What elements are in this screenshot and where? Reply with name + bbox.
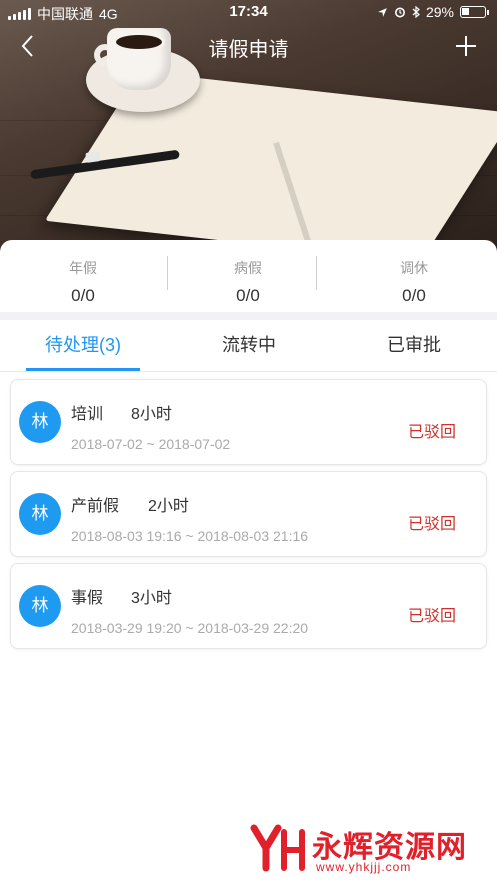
leave-hours: 8小时 (131, 406, 172, 423)
leave-date-range: 2018-08-03 19:16 ~ 2018-08-03 21:16 (71, 528, 309, 544)
stat-value: 0/0 (402, 286, 426, 305)
watermark: 永辉资源网 www.yhkjjj.com (248, 818, 478, 878)
plus-icon (456, 36, 476, 56)
bluetooth-icon (412, 6, 420, 18)
tab-in-progress[interactable]: 流转中 (166, 320, 332, 372)
tab-pending[interactable]: 待处理(3) (0, 320, 166, 372)
list-item[interactable]: 林 事假 3小时 2018-03-29 19:20 ~ 2018-03-29 2… (10, 563, 487, 649)
alarm-icon (394, 7, 405, 18)
list-item[interactable]: 林 产前假 2小时 2018-08-03 19:16 ~ 2018-08-03 … (10, 471, 487, 557)
status-badge: 已驳回 (407, 424, 456, 441)
watermark-url: www.yhkjjj.com (316, 860, 412, 874)
leave-type: 培训 (71, 406, 104, 423)
leave-type: 事假 (71, 590, 104, 607)
leave-type: 产前假 (71, 498, 120, 515)
avatar: 林 (19, 401, 61, 443)
list-item[interactable]: 林 培训 8小时 2018-07-02 ~ 2018-07-02 已驳回 (10, 379, 487, 465)
stat-value: 0/0 (236, 286, 260, 305)
status-badge: 已驳回 (407, 608, 456, 625)
avatar: 林 (19, 585, 61, 627)
stat-label: 年假 (69, 260, 97, 276)
header-background-image: 中国联通 4G 17:34 29% 请假申请 (0, 0, 497, 262)
battery-tip (487, 9, 489, 15)
status-right: 29% (377, 4, 489, 20)
pen-clip (85, 151, 101, 163)
battery-icon (460, 6, 486, 18)
watermark-logo-icon (250, 824, 305, 872)
leave-balance-card: 年假 0/0 病假 0/0 调休 0/0 (0, 240, 497, 312)
tab-bar: 待处理(3) 流转中 已审批 (0, 320, 497, 372)
stat-label: 调休 (400, 260, 428, 276)
status-bar: 中国联通 4G 17:34 29% (0, 0, 497, 26)
stat-time-off: 调休 0/0 (334, 240, 494, 312)
tab-approved[interactable]: 已审批 (331, 320, 497, 372)
stat-label: 病假 (234, 260, 262, 276)
add-request-button[interactable] (451, 30, 481, 62)
stat-sick-leave: 病假 0/0 (168, 240, 328, 312)
request-list: 林 培训 8小时 2018-07-02 ~ 2018-07-02 已驳回 林 产… (0, 372, 497, 883)
stat-divider (316, 256, 317, 290)
stat-annual-leave: 年假 0/0 (3, 240, 163, 312)
stat-value: 0/0 (71, 286, 95, 305)
status-badge: 已驳回 (407, 516, 456, 533)
location-icon (378, 7, 387, 17)
leave-date-range: 2018-07-02 ~ 2018-07-02 (71, 436, 231, 452)
leave-date-range: 2018-03-29 19:20 ~ 2018-03-29 22:20 (71, 620, 309, 636)
nav-bar: 请假申请 (0, 28, 497, 64)
leave-hours: 2小时 (148, 498, 189, 515)
section-gap (0, 312, 497, 320)
leave-hours: 3小时 (131, 590, 172, 607)
battery-percent: 29% (425, 4, 454, 20)
active-tab-indicator (26, 368, 140, 371)
avatar: 林 (19, 493, 61, 535)
page-title: 请假申请 (208, 39, 289, 61)
